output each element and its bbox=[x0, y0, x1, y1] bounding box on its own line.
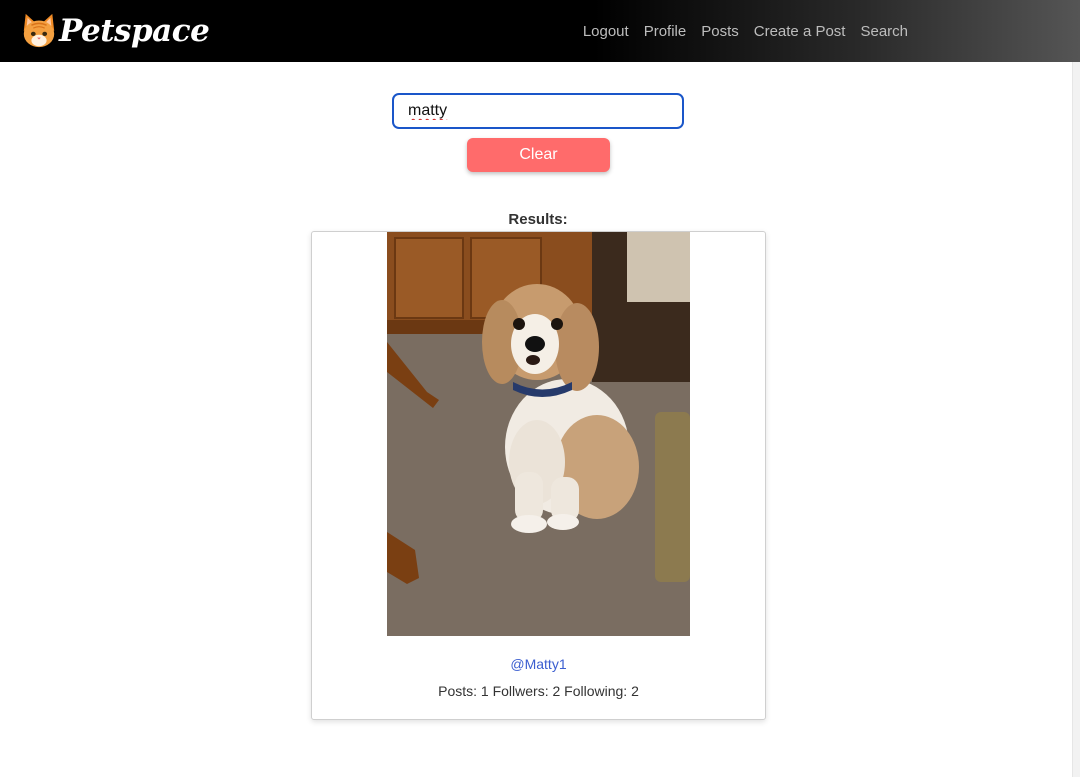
nav-posts[interactable]: Posts bbox=[701, 23, 739, 40]
pet-photo[interactable] bbox=[387, 232, 690, 636]
nav-logout[interactable]: Logout bbox=[583, 23, 629, 40]
scrollbar[interactable] bbox=[1072, 62, 1080, 777]
clear-button[interactable]: Clear bbox=[467, 138, 610, 172]
search-input[interactable] bbox=[392, 93, 684, 129]
nav-search[interactable]: Search bbox=[860, 23, 908, 40]
page: Petspace Logout Profile Posts Create a P… bbox=[0, 0, 1080, 777]
navbar: Petspace Logout Profile Posts Create a P… bbox=[0, 0, 1080, 62]
username-link[interactable]: @Matty1 bbox=[312, 656, 765, 672]
brand[interactable]: Petspace bbox=[20, 10, 210, 52]
results-heading: Results: bbox=[508, 211, 568, 228]
user-stats: Posts: 1 Follwers: 2 Following: 2 bbox=[438, 683, 639, 699]
nav-profile[interactable]: Profile bbox=[644, 23, 687, 40]
nav-links: Logout Profile Posts Create a Post Searc… bbox=[568, 0, 908, 62]
nav-create-post[interactable]: Create a Post bbox=[754, 23, 846, 40]
cat-logo-icon bbox=[23, 13, 55, 48]
dog-photo-image bbox=[387, 232, 690, 636]
brand-name: Petspace bbox=[59, 13, 210, 49]
result-card: @Matty1 Posts: 1 Follwers: 2 Following: … bbox=[311, 231, 766, 720]
